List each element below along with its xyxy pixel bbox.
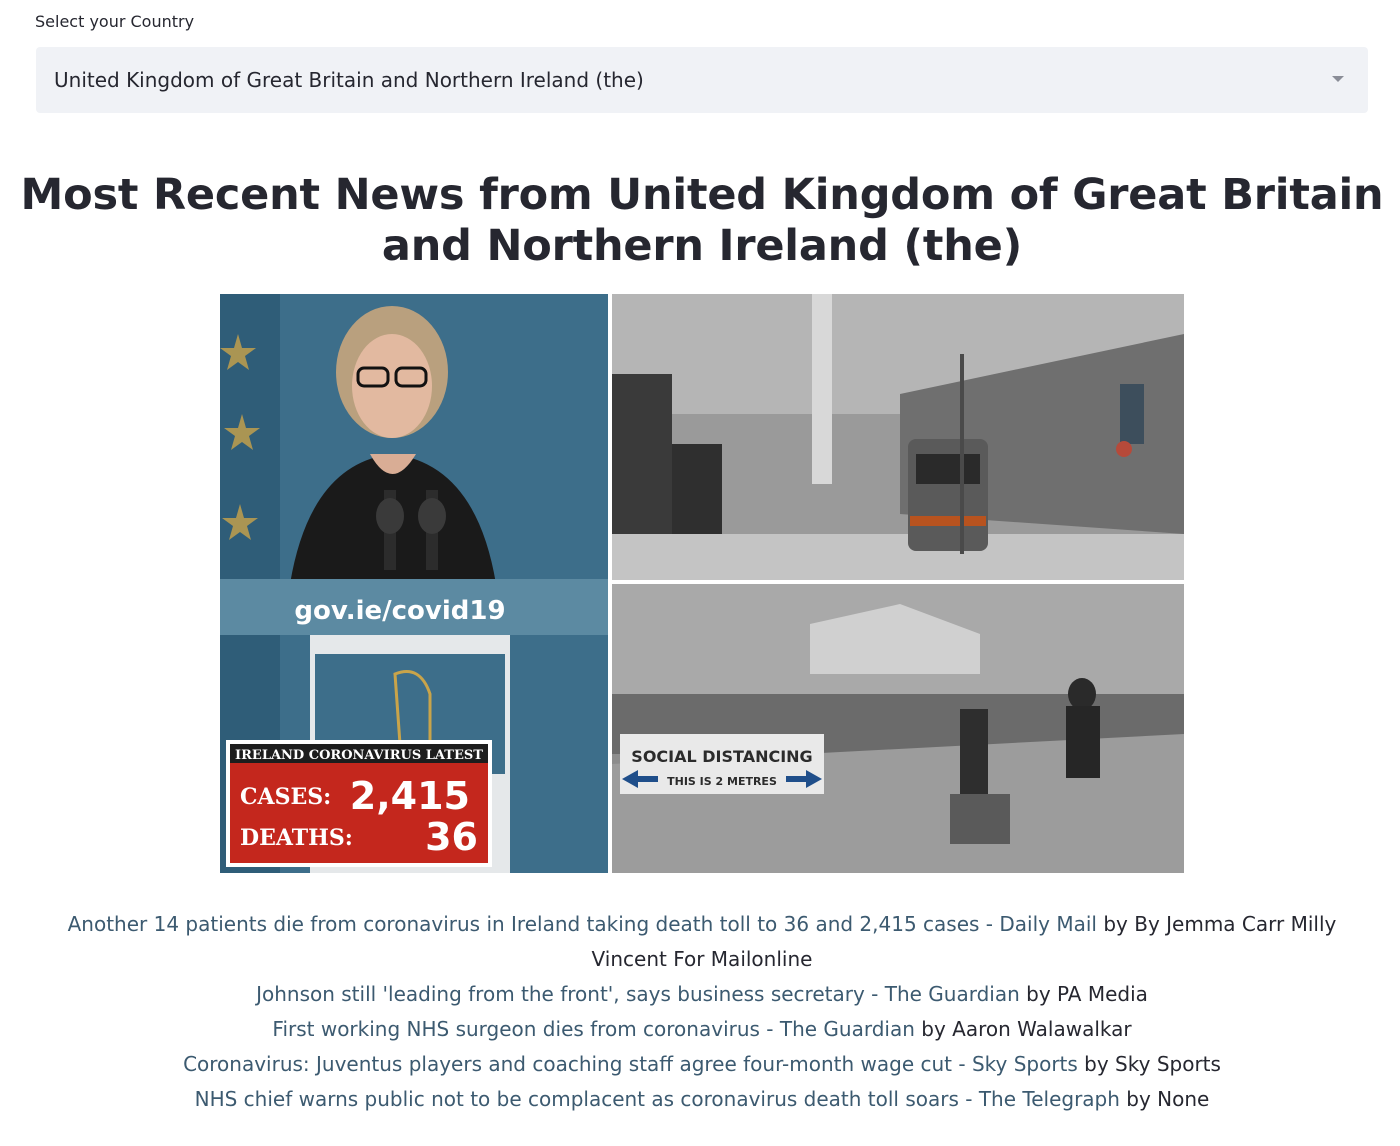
page-title: Most Recent News from United Kingdom of … (20, 170, 1384, 271)
street-photo (612, 294, 1184, 580)
news-author: by Aaron Walawalkar (921, 1017, 1132, 1041)
country-select[interactable]: United Kingdom of Great Britain and Nort… (36, 47, 1368, 113)
news-item: NHS chief warns public not to be complac… (34, 1082, 1370, 1117)
news-item: First working NHS surgeon dies from coro… (34, 1012, 1370, 1047)
deaths-label: DEATHS: (240, 825, 353, 851)
news-item: Johnson still 'leading from the front', … (34, 977, 1370, 1012)
news-link[interactable]: First working NHS surgeon dies from coro… (272, 1017, 915, 1041)
banner-title: IRELAND CORONAVIRUS LATEST (235, 748, 483, 763)
sign-title: SOCIAL DISTANCING (631, 747, 812, 766)
deaths-value: 36 (425, 815, 478, 859)
press-conference-photo: gov.ie/covid19 IRELAND CORONAVIRUS LATES… (220, 294, 608, 873)
news-item: Coronavirus: Juventus players and coachi… (34, 1047, 1370, 1082)
sign-subtitle: THIS IS 2 METRES (667, 775, 777, 788)
news-link[interactable]: Johnson still 'leading from the front', … (256, 982, 1020, 1006)
podium-text: gov.ie/covid19 (294, 596, 505, 626)
news-item: Another 14 patients die from coronavirus… (34, 907, 1370, 977)
news-link[interactable]: Another 14 patients die from coronavirus… (68, 912, 1097, 936)
news-link[interactable]: Coronavirus: Juventus players and coachi… (183, 1052, 1078, 1076)
country-select-value: United Kingdom of Great Britain and Nort… (54, 68, 644, 92)
news-author: by PA Media (1026, 982, 1148, 1006)
news-list: Another 14 patients die from coronavirus… (34, 907, 1370, 1117)
promenade-photo: SOCIAL DISTANCING THIS IS 2 METRES (612, 584, 1184, 873)
news-link[interactable]: NHS chief warns public not to be complac… (195, 1087, 1120, 1111)
cases-label: CASES: (240, 784, 331, 810)
news-author: by Sky Sports (1084, 1052, 1221, 1076)
news-hero-image: gov.ie/covid19 IRELAND CORONAVIRUS LATES… (220, 294, 1184, 873)
cases-value: 2,415 (350, 774, 470, 818)
chevron-down-icon[interactable] (1332, 76, 1344, 82)
news-author: by None (1126, 1087, 1210, 1111)
country-select-label: Select your Country (35, 12, 195, 31)
